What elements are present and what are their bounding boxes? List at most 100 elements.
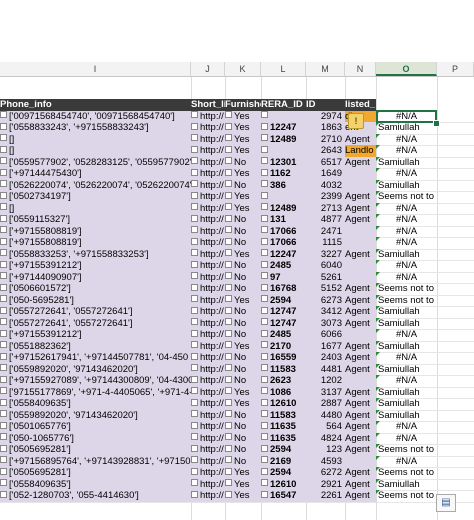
cell-o[interactable]: Samiullah: [376, 156, 437, 169]
cell-furn[interactable]: No: [225, 156, 261, 168]
cell-phone[interactable]: ['050-1065776']: [0, 432, 191, 444]
cell-id[interactable]: 564: [306, 421, 345, 433]
cell-id[interactable]: 2471: [306, 225, 345, 237]
cell-rera[interactable]: 12747: [261, 317, 306, 329]
cell-listed[interactable]: Agent: [345, 340, 376, 352]
cell-furn[interactable]: No: [225, 444, 261, 456]
cell-phone[interactable]: ['+97144090907']: [0, 271, 191, 283]
cell-phone[interactable]: ['+97155391212']: [0, 260, 191, 272]
table-row[interactable]: ['0502734197'] http:// Yes 2399 Agent Seems n…: [0, 191, 474, 203]
cell-id[interactable]: 2403: [306, 352, 345, 364]
cell-furn[interactable]: No: [225, 317, 261, 329]
cell-furn[interactable]: Yes: [225, 191, 261, 203]
column-header-m[interactable]: M: [306, 62, 345, 76]
cell-id[interactable]: 3227: [306, 248, 345, 260]
header-furnished[interactable]: Furnishe: [225, 99, 261, 111]
cell-rera[interactable]: 2594: [261, 444, 306, 456]
cell-rera[interactable]: [261, 110, 306, 122]
cell-short[interactable]: http://: [191, 340, 225, 352]
cell-short[interactable]: http://: [191, 191, 225, 203]
cell-listed[interactable]: Agent: [345, 432, 376, 444]
cell-short[interactable]: http://: [191, 202, 225, 214]
table-row[interactable]: ['+97144475430'] http:// Yes 1162 1649 #N/A: [0, 168, 474, 180]
cell-furn[interactable]: Yes: [225, 168, 261, 180]
cell-rera[interactable]: 11583: [261, 409, 306, 421]
cell-short[interactable]: http://: [191, 145, 225, 157]
table-row[interactable]: ['+97152617941', '+97144507781', '04-450…: [0, 352, 474, 364]
cell-furn[interactable]: No: [225, 455, 261, 467]
cell-o[interactable]: #N/A: [376, 455, 437, 468]
cell-short[interactable]: http://: [191, 386, 225, 398]
table-row[interactable]: ['0559115327'] http:// No 131 4877 Agent #N/A: [0, 214, 474, 226]
column-header-j[interactable]: J: [191, 62, 225, 76]
cell-furn[interactable]: Yes: [225, 490, 261, 502]
cell-phone[interactable]: []: [0, 202, 191, 214]
cell-id[interactable]: 2399: [306, 191, 345, 203]
cell-rera[interactable]: 1086: [261, 386, 306, 398]
cell-rera[interactable]: [261, 145, 306, 157]
cell-id[interactable]: 2974: [306, 110, 345, 122]
cell-rera[interactable]: 1162: [261, 168, 306, 180]
cell-furn[interactable]: Yes: [225, 340, 261, 352]
cell-furn[interactable]: No: [225, 352, 261, 364]
table-row[interactable]: ['0506601572'] http:// No 16768 5152 Agent See…: [0, 283, 474, 295]
cell-o[interactable]: #N/A: [376, 225, 437, 238]
table-row[interactable]: ['+97155927089', '+97144300809', '04-430…: [0, 375, 474, 387]
cell-furn[interactable]: No: [225, 225, 261, 237]
cell-phone[interactable]: ['+97156895764', '+97143928831', '+97150: [0, 455, 191, 467]
cell-phone[interactable]: ['0559577902', '0528283125', '0559577902…: [0, 156, 191, 168]
cell-furn[interactable]: No: [225, 306, 261, 318]
cell-listed[interactable]: [345, 237, 376, 249]
table-row[interactable]: ['0505695281'] http:// Yes 2594 6272 Agent See…: [0, 467, 474, 479]
cell-listed[interactable]: Agent: [345, 409, 376, 421]
cell-short[interactable]: http://: [191, 248, 225, 260]
header-phone[interactable]: Phone_info: [0, 99, 191, 111]
cell-phone[interactable]: ['0558409635']: [0, 398, 191, 410]
cell-rera[interactable]: 12247: [261, 122, 306, 134]
cell-furn[interactable]: No: [225, 283, 261, 295]
cell-o[interactable]: Samiullah: [376, 409, 437, 422]
cell-id[interactable]: 6066: [306, 329, 345, 341]
cell-id[interactable]: 6517: [306, 156, 345, 168]
header-id[interactable]: ID: [306, 99, 345, 111]
cell-o[interactable]: #N/A: [376, 375, 437, 387]
cell-listed[interactable]: Agent: [345, 386, 376, 398]
cell-rera[interactable]: 12301: [261, 156, 306, 168]
table-row[interactable]: ['0557272641', '0557272641'] http:// No 127…: [0, 306, 474, 318]
cell-listed[interactable]: Agent: [345, 490, 376, 502]
table-row[interactable]: [] http:// Yes 12489 2710 Agent #N/A: [0, 133, 474, 145]
header-rera[interactable]: RERA_ID: [261, 99, 306, 111]
cell-o[interactable]: #N/A: [376, 271, 437, 284]
cell-short[interactable]: http://: [191, 329, 225, 341]
table-row[interactable]: ['+97155391212'] http:// No 2485 6040 #N/A: [0, 260, 474, 272]
cell-furn[interactable]: No: [225, 409, 261, 421]
cell-rera[interactable]: 12247: [261, 248, 306, 260]
cell-furn[interactable]: Yes: [225, 133, 261, 145]
cell-o[interactable]: #N/A: [376, 421, 437, 433]
cell-listed[interactable]: [345, 271, 376, 283]
cell-id[interactable]: 3412: [306, 306, 345, 318]
cell-short[interactable]: http://: [191, 133, 225, 145]
cell-rera[interactable]: 11635: [261, 432, 306, 444]
cell-rera[interactable]: 16559: [261, 352, 306, 364]
cell-id[interactable]: 5152: [306, 283, 345, 295]
cell-id[interactable]: 2921: [306, 478, 345, 490]
cell-id[interactable]: 1115: [306, 237, 345, 249]
cell-id[interactable]: 123: [306, 444, 345, 456]
cell-furn[interactable]: No: [225, 179, 261, 191]
table-row[interactable]: [] http:// Yes 12489 2713 Agent #N/A: [0, 202, 474, 214]
cell-phone[interactable]: ['0501065776']: [0, 421, 191, 433]
cell-id[interactable]: 1649: [306, 168, 345, 180]
cell-listed[interactable]: Agent: [345, 248, 376, 260]
cell-o[interactable]: #N/A: [376, 168, 437, 180]
cell-phone[interactable]: ['+97155808819']: [0, 225, 191, 237]
cell-id[interactable]: 6272: [306, 467, 345, 479]
cell-id[interactable]: 6040: [306, 260, 345, 272]
cell-o[interactable]: #N/A: [376, 329, 437, 341]
column-header-n[interactable]: N: [345, 62, 376, 76]
cell-rera[interactable]: 2594: [261, 294, 306, 306]
cell-short[interactable]: http://: [191, 363, 225, 375]
cell-furn[interactable]: No: [225, 271, 261, 283]
cell-o[interactable]: #N/A: [376, 214, 437, 226]
cell-furn[interactable]: Yes: [225, 386, 261, 398]
